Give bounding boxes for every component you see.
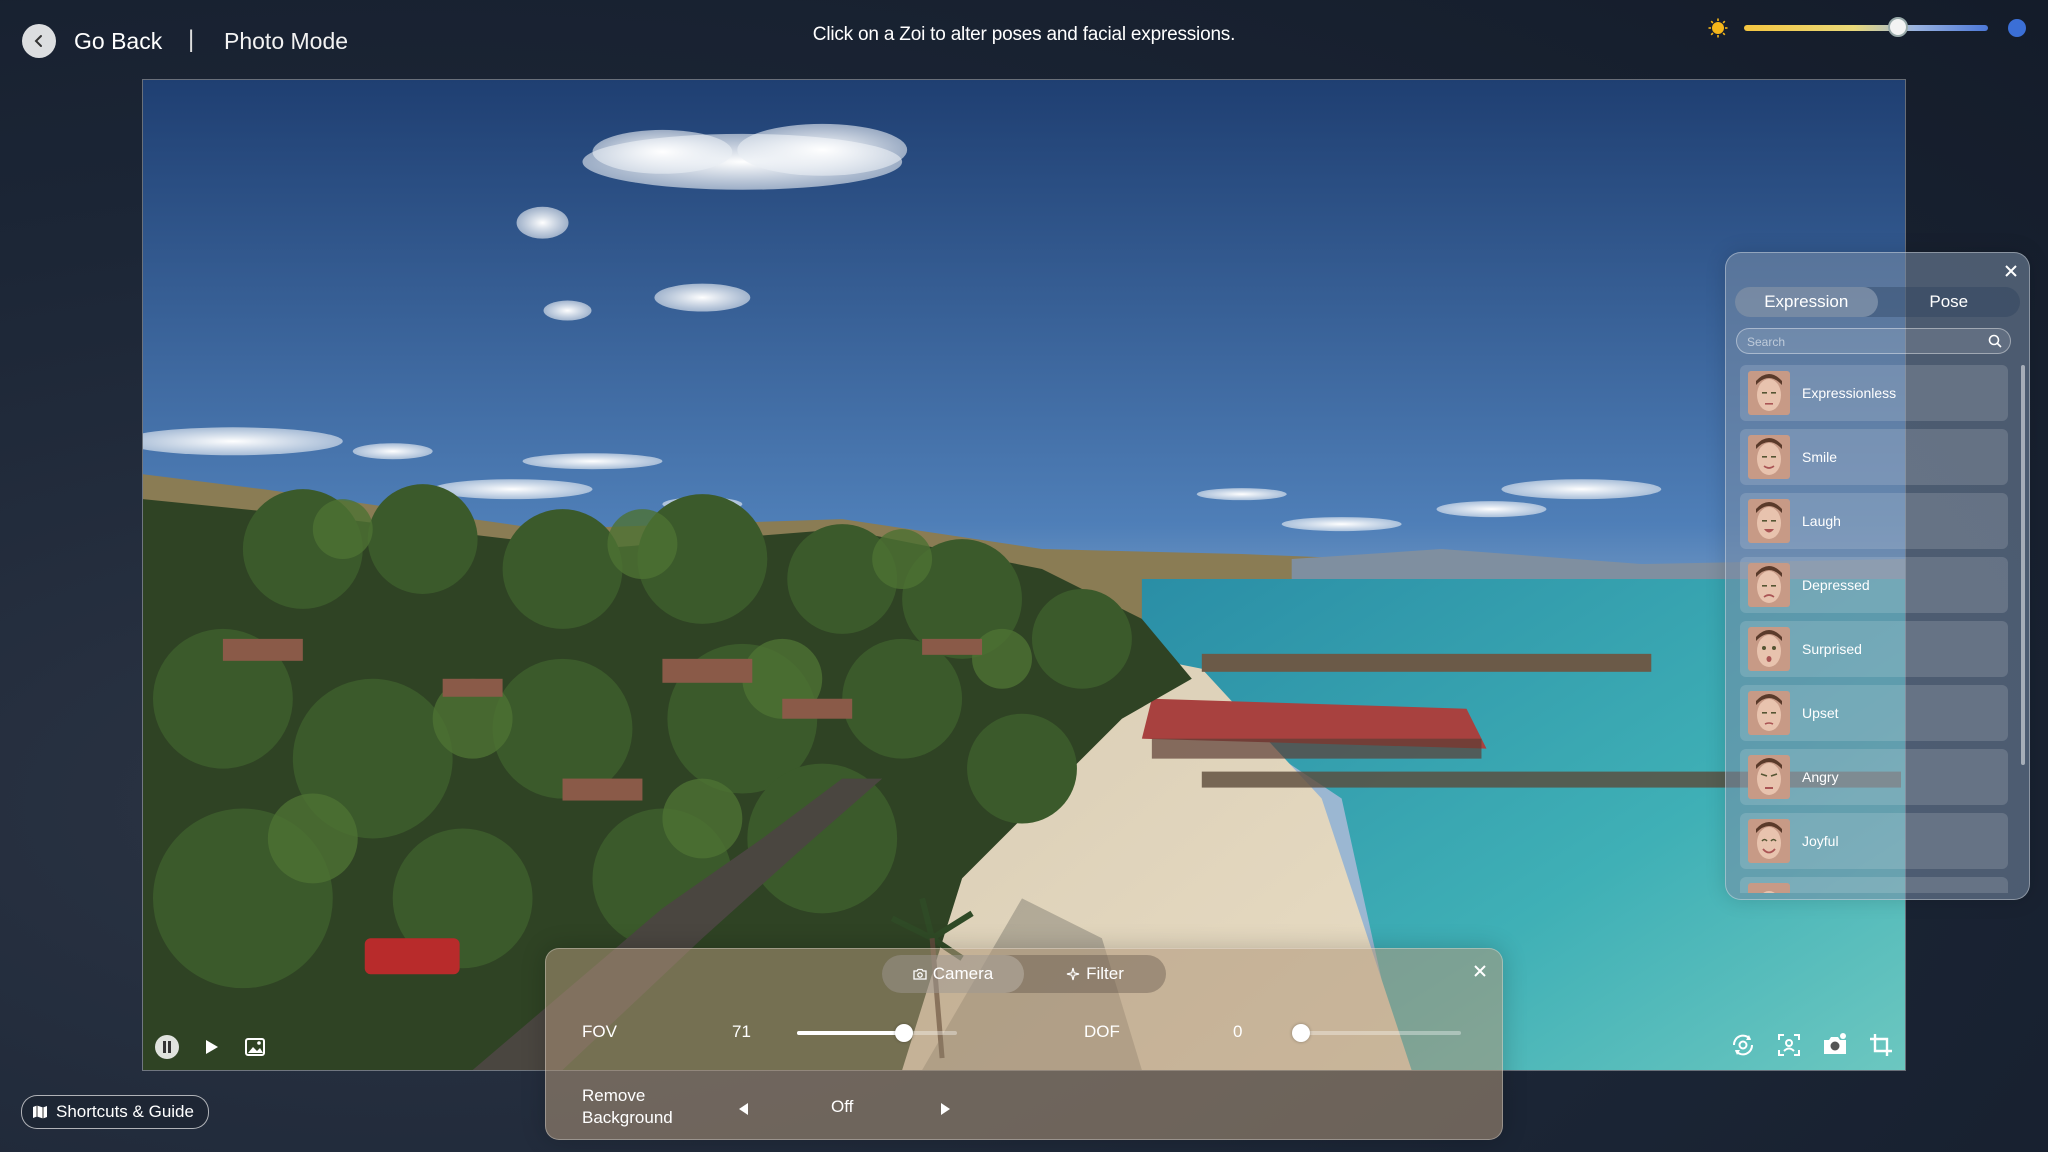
list-item[interactable]: Laugh: [1740, 493, 2008, 549]
shortcuts-label: Shortcuts & Guide: [56, 1102, 194, 1121]
face-thumbnail: [1748, 691, 1790, 735]
fov-slider[interactable]: [797, 1024, 957, 1042]
sun-icon: [1708, 18, 1728, 38]
sparkle-icon: [1066, 967, 1080, 981]
top-bar: Go Back | Photo Mode Click on a Zoi to a…: [0, 0, 2048, 80]
gallery-button[interactable]: [240, 1032, 270, 1062]
face-thumbnail: [1748, 627, 1790, 671]
gallery-icon: [245, 1038, 265, 1056]
list-item[interactable]: Upset: [1740, 685, 2008, 741]
face-thumbnail: [1748, 435, 1790, 479]
list-item-label: Angry: [1802, 769, 1839, 785]
shortcuts-guide-button[interactable]: Shortcuts & Guide: [21, 1095, 209, 1129]
expression-panel: Expression Pose Expressionless Smile Lau…: [1725, 252, 2030, 900]
list-item[interactable]: Expressionless: [1740, 365, 2008, 421]
face-thumbnail: [1748, 755, 1790, 799]
close-icon[interactable]: [1470, 961, 1490, 981]
tab-filter[interactable]: Filter: [1024, 955, 1166, 993]
face-thumbnail: [1748, 819, 1790, 863]
list-item-label: Joyful: [1802, 833, 1839, 849]
screenshot-icon: [1824, 1033, 1846, 1054]
rotate-camera-icon: [1732, 1034, 1754, 1056]
tab-expression[interactable]: Expression: [1735, 287, 1878, 317]
tab-filter-label: Filter: [1086, 964, 1124, 983]
moon-icon: [2008, 19, 2026, 37]
rotate-camera-button[interactable]: [1728, 1030, 1758, 1060]
search-icon[interactable]: [1987, 333, 2003, 349]
beach-scene-image: [143, 80, 1905, 1070]
list-scrollbar[interactable]: [2021, 365, 2025, 765]
list-item[interactable]: Depressed: [1740, 557, 2008, 613]
fov-label: FOV: [582, 1022, 617, 1041]
pause-button[interactable]: [152, 1032, 182, 1062]
focus-frame-icon: [1778, 1034, 1800, 1056]
dof-value: 0: [1233, 1022, 1243, 1041]
list-item[interactable]: Surprised: [1740, 621, 2008, 677]
playback-controls: [152, 1032, 270, 1062]
list-item[interactable]: Joyful: [1740, 813, 2008, 869]
list-item[interactable]: [1740, 877, 2008, 893]
dof-slider-thumb[interactable]: [1292, 1024, 1310, 1042]
camera-panel: Camera Filter FOV 71 DOF 0 Remove Backgr…: [545, 948, 1503, 1140]
dof-slider[interactable]: [1292, 1024, 1461, 1042]
tab-pose[interactable]: Pose: [1878, 287, 2021, 317]
crop-icon: [1870, 1034, 1892, 1056]
search-box: [1736, 328, 2011, 354]
face-thumbnail: [1748, 883, 1790, 893]
remove-background-value: Off: [831, 1097, 854, 1116]
camera-tabs: Camera Filter: [882, 955, 1166, 993]
screenshot-button[interactable]: [1820, 1030, 1850, 1060]
tab-camera[interactable]: Camera: [882, 955, 1024, 993]
face-thumbnail: [1748, 371, 1790, 415]
photo-viewport[interactable]: [142, 79, 1906, 1071]
remove-background-label-1: Remove: [582, 1086, 646, 1105]
search-input[interactable]: [1745, 332, 1979, 352]
dof-label: DOF: [1084, 1022, 1120, 1041]
crop-button[interactable]: [1866, 1030, 1896, 1060]
expression-tabs: Expression Pose: [1735, 287, 2020, 317]
list-item-label: Expressionless: [1802, 385, 1897, 401]
play-icon: [206, 1040, 218, 1054]
time-slider-thumb[interactable]: [1887, 17, 1908, 37]
list-item[interactable]: Smile: [1740, 429, 2008, 485]
close-icon[interactable]: [2001, 261, 2021, 281]
focus-frame-button[interactable]: [1774, 1030, 1804, 1060]
list-item-label: Smile: [1802, 449, 1838, 465]
tab-camera-label: Camera: [932, 964, 994, 983]
pause-icon: [155, 1035, 179, 1059]
fov-slider-fill: [797, 1031, 905, 1035]
camera-icon: [913, 968, 927, 980]
expression-list: Expressionless Smile Laugh Depressed Sur…: [1740, 365, 2008, 893]
next-arrow-icon[interactable]: [935, 1099, 955, 1119]
remove-background-label-2: Background: [582, 1108, 673, 1127]
play-button[interactable]: [196, 1032, 226, 1062]
fov-value: 71: [732, 1022, 751, 1041]
time-of-day-slider[interactable]: [1700, 14, 2030, 44]
previous-arrow-icon[interactable]: [734, 1099, 754, 1119]
time-track[interactable]: [1744, 17, 1988, 37]
face-thumbnail: [1748, 563, 1790, 607]
list-item[interactable]: Angry: [1740, 749, 2008, 805]
list-item-label: Surprised: [1802, 641, 1862, 657]
map-icon: [33, 1105, 47, 1119]
list-item-label: Laugh: [1802, 513, 1841, 529]
fov-slider-thumb[interactable]: [895, 1024, 914, 1042]
list-item-label: Depressed: [1802, 577, 1870, 593]
tool-controls: [1728, 1030, 1896, 1060]
list-item-label: Upset: [1802, 705, 1839, 721]
face-thumbnail: [1748, 499, 1790, 543]
